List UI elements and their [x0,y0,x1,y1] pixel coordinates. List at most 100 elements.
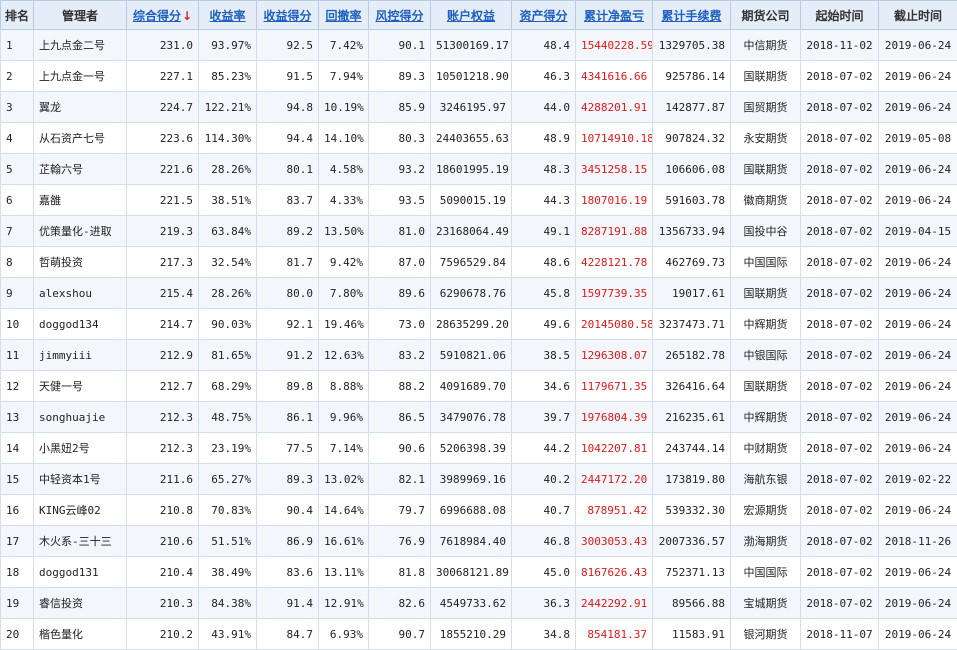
cell-return-score: 81.7 [257,247,319,278]
cell-risk-score: 82.6 [369,588,431,619]
cell-company: 国联期货 [731,371,801,402]
cell-rank: 3 [1,92,34,123]
cell-asset-score: 36.3 [512,588,576,619]
cell-drawdown: 14.10% [319,123,369,154]
cell-start: 2018-07-02 [801,526,879,557]
cell-end: 2019-06-24 [879,588,957,619]
column-header-asset-score[interactable]: 资产得分 [512,1,576,30]
cell-composite: 210.4 [127,557,199,588]
cell-fees: 2007336.57 [653,526,731,557]
cell-net-pnl: 4341616.66 [576,61,653,92]
cell-end: 2019-06-24 [879,495,957,526]
cell-composite: 212.3 [127,402,199,433]
cell-return-score: 80.1 [257,154,319,185]
cell-start: 2018-11-07 [801,619,879,650]
cell-net-pnl: 1042207.81 [576,433,653,464]
cell-drawdown: 4.58% [319,154,369,185]
cell-asset-score: 45.8 [512,278,576,309]
cell-fees: 19017.61 [653,278,731,309]
cell-rank: 6 [1,185,34,216]
column-header-label: 累计手续费 [661,9,721,23]
cell-risk-score: 89.3 [369,61,431,92]
cell-company: 中辉期货 [731,402,801,433]
table-row: 15中轻资本1号211.665.27%89.313.02%82.13989969… [1,464,957,495]
cell-start: 2018-07-02 [801,588,879,619]
cell-fees: 1329705.38 [653,30,731,61]
cell-manager: 上九点金二号 [34,30,127,61]
cell-asset-score: 45.0 [512,557,576,588]
column-header-fees[interactable]: 累计手续费 [653,1,731,30]
cell-drawdown: 13.50% [319,216,369,247]
cell-return-score: 83.7 [257,185,319,216]
cell-equity: 24403655.63 [431,123,512,154]
cell-risk-score: 89.6 [369,278,431,309]
cell-company: 徽商期货 [731,185,801,216]
cell-net-pnl: 2447172.20 [576,464,653,495]
cell-return-score: 80.0 [257,278,319,309]
cell-drawdown: 10.19% [319,92,369,123]
column-header-label: 管理者 [62,9,98,23]
cell-start: 2018-07-02 [801,557,879,588]
column-header-risk-score[interactable]: 风控得分 [369,1,431,30]
column-header-composite[interactable]: 综合得分↓ [127,1,199,30]
cell-drawdown: 6.93% [319,619,369,650]
cell-asset-score: 48.3 [512,154,576,185]
table-row: 10doggod134214.790.03%92.119.46%73.02863… [1,309,957,340]
cell-fees: 216235.61 [653,402,731,433]
cell-composite: 210.2 [127,619,199,650]
cell-asset-score: 48.9 [512,123,576,154]
cell-equity: 10501218.90 [431,61,512,92]
table-header: 排名管理者综合得分↓收益率收益得分回撤率风控得分账户权益资产得分累计净盈亏累计手… [1,1,957,30]
table-row: 19睿信投资210.384.38%91.412.91%82.64549733.6… [1,588,957,619]
cell-return-rate: 70.83% [199,495,257,526]
cell-company: 海航东银 [731,464,801,495]
cell-end: 2019-06-24 [879,619,957,650]
column-header-label: 收益率 [209,9,245,23]
cell-start: 2018-07-02 [801,61,879,92]
column-header-label: 风控得分 [375,9,423,23]
column-header-label: 综合得分 [133,9,181,23]
cell-start: 2018-07-02 [801,309,879,340]
cell-start: 2018-07-02 [801,154,879,185]
cell-manager: 从石资产七号 [34,123,127,154]
cell-start: 2018-07-02 [801,402,879,433]
cell-net-pnl: 4228121.78 [576,247,653,278]
cell-manager: 小黑妞2号 [34,433,127,464]
cell-return-rate: 68.29% [199,371,257,402]
column-header-net-pnl[interactable]: 累计净盈亏 [576,1,653,30]
cell-risk-score: 90.7 [369,619,431,650]
cell-return-score: 92.5 [257,30,319,61]
cell-risk-score: 83.2 [369,340,431,371]
cell-return-rate: 38.51% [199,185,257,216]
cell-return-rate: 122.21% [199,92,257,123]
cell-manager: songhuajie [34,402,127,433]
cell-company: 中国国际 [731,247,801,278]
cell-end: 2018-11-26 [879,526,957,557]
column-header-return-rate[interactable]: 收益率 [199,1,257,30]
cell-equity: 1855210.29 [431,619,512,650]
cell-manager: 中轻资本1号 [34,464,127,495]
cell-end: 2019-06-24 [879,340,957,371]
cell-end: 2019-06-24 [879,278,957,309]
cell-drawdown: 8.88% [319,371,369,402]
column-header-return-score[interactable]: 收益得分 [257,1,319,30]
cell-risk-score: 82.1 [369,464,431,495]
cell-return-score: 84.7 [257,619,319,650]
cell-return-rate: 51.51% [199,526,257,557]
cell-rank: 20 [1,619,34,650]
cell-drawdown: 4.33% [319,185,369,216]
cell-start: 2018-07-02 [801,185,879,216]
cell-rank: 13 [1,402,34,433]
cell-return-score: 89.3 [257,464,319,495]
cell-net-pnl: 20145080.58 [576,309,653,340]
cell-end: 2019-06-24 [879,154,957,185]
cell-composite: 215.4 [127,278,199,309]
cell-return-rate: 38.49% [199,557,257,588]
cell-risk-score: 90.1 [369,30,431,61]
cell-manager: 翼龙 [34,92,127,123]
cell-return-score: 94.8 [257,92,319,123]
cell-net-pnl: 1179671.35 [576,371,653,402]
column-header-equity[interactable]: 账户权益 [431,1,512,30]
column-header-drawdown[interactable]: 回撤率 [319,1,369,30]
cell-equity: 7618984.40 [431,526,512,557]
